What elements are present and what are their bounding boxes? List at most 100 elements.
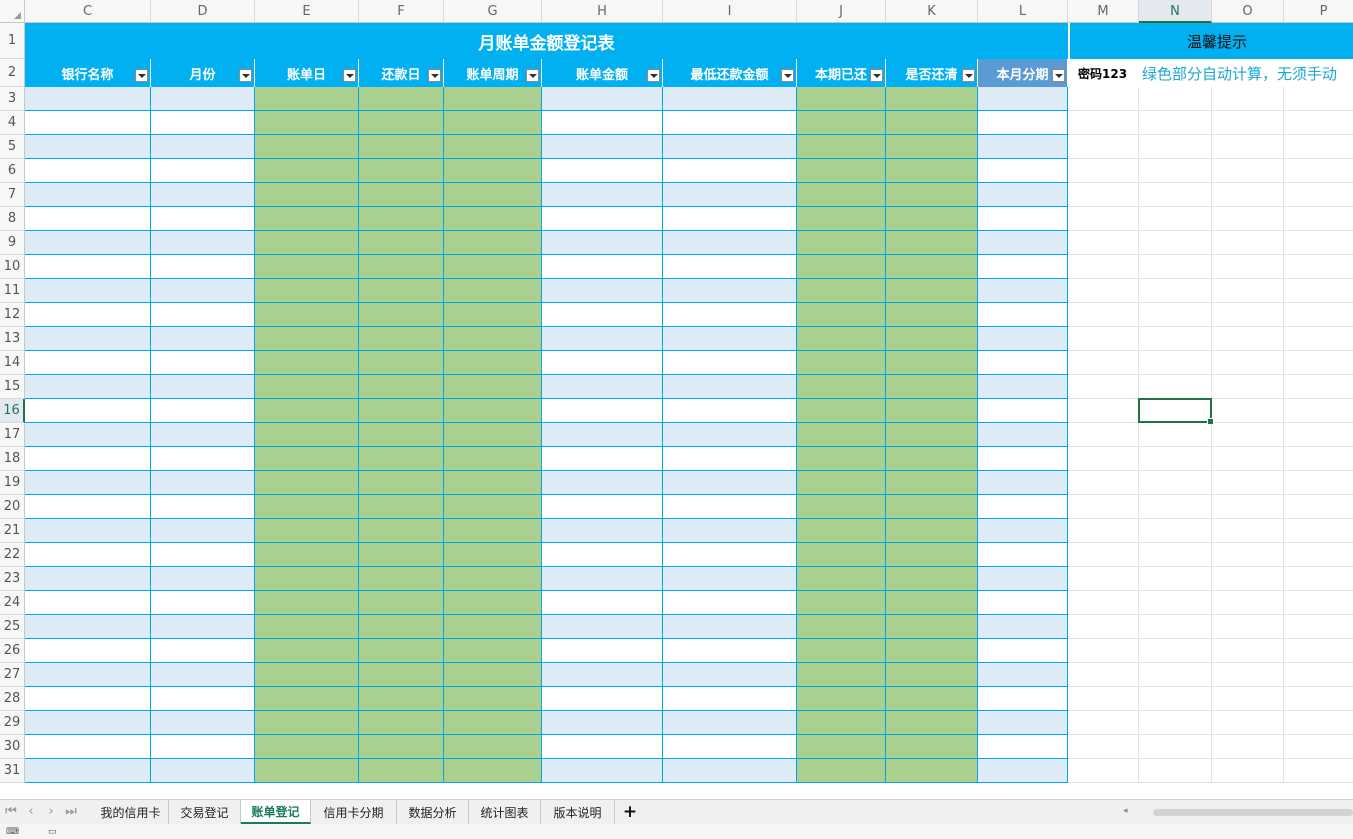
- sheet-tab[interactable]: 数据分析: [397, 800, 469, 824]
- row-header-3[interactable]: 3: [0, 87, 25, 111]
- data-cell[interactable]: [25, 567, 151, 591]
- empty-cell[interactable]: [1284, 327, 1353, 351]
- empty-cell[interactable]: [1284, 231, 1353, 255]
- data-cell[interactable]: [797, 495, 886, 519]
- data-cell[interactable]: [978, 687, 1068, 711]
- data-cell[interactable]: [444, 615, 542, 639]
- data-cell[interactable]: [255, 567, 359, 591]
- data-cell[interactable]: [359, 399, 444, 423]
- data-cell[interactable]: [886, 495, 978, 519]
- data-cell[interactable]: [444, 183, 542, 207]
- data-cell[interactable]: [255, 135, 359, 159]
- empty-cell[interactable]: [1139, 591, 1212, 615]
- data-cell[interactable]: [542, 279, 663, 303]
- data-cell[interactable]: [663, 711, 797, 735]
- data-cell[interactable]: [151, 759, 255, 783]
- data-cell[interactable]: [542, 255, 663, 279]
- data-cell[interactable]: [151, 615, 255, 639]
- data-cell[interactable]: [978, 159, 1068, 183]
- data-cell[interactable]: [444, 399, 542, 423]
- data-cell[interactable]: [151, 87, 255, 111]
- empty-cell[interactable]: [1139, 135, 1212, 159]
- data-cell[interactable]: [25, 759, 151, 783]
- data-cell[interactable]: [25, 351, 151, 375]
- empty-cell[interactable]: [1212, 183, 1284, 207]
- data-cell[interactable]: [25, 615, 151, 639]
- data-cell[interactable]: [151, 471, 255, 495]
- empty-cell[interactable]: [1212, 279, 1284, 303]
- row-header-23[interactable]: 23: [0, 567, 25, 591]
- empty-cell[interactable]: [1068, 351, 1139, 375]
- data-cell[interactable]: [255, 447, 359, 471]
- data-cell[interactable]: [797, 303, 886, 327]
- empty-cell[interactable]: [1068, 159, 1139, 183]
- data-cell[interactable]: [542, 495, 663, 519]
- data-cell[interactable]: [444, 159, 542, 183]
- data-cell[interactable]: [444, 519, 542, 543]
- data-cell[interactable]: [151, 567, 255, 591]
- column-header-e[interactable]: E: [255, 0, 359, 23]
- data-cell[interactable]: [542, 687, 663, 711]
- data-cell[interactable]: [25, 207, 151, 231]
- data-cell[interactable]: [663, 207, 797, 231]
- empty-cell[interactable]: [1139, 711, 1212, 735]
- data-cell[interactable]: [663, 231, 797, 255]
- data-cell[interactable]: [797, 255, 886, 279]
- data-cell[interactable]: [797, 543, 886, 567]
- empty-cell[interactable]: [1284, 183, 1353, 207]
- data-cell[interactable]: [978, 399, 1068, 423]
- data-cell[interactable]: [255, 255, 359, 279]
- empty-cell[interactable]: [1068, 711, 1139, 735]
- empty-cell[interactable]: [1284, 375, 1353, 399]
- data-cell[interactable]: [255, 303, 359, 327]
- row-header-18[interactable]: 18: [0, 447, 25, 471]
- data-cell[interactable]: [255, 279, 359, 303]
- row-header-11[interactable]: 11: [0, 279, 25, 303]
- data-cell[interactable]: [255, 159, 359, 183]
- empty-cell[interactable]: [1212, 351, 1284, 375]
- empty-cell[interactable]: [1139, 639, 1212, 663]
- empty-cell[interactable]: [1212, 327, 1284, 351]
- empty-cell[interactable]: [1212, 735, 1284, 759]
- data-cell[interactable]: [444, 351, 542, 375]
- macro-icon[interactable]: ⌨: [6, 827, 19, 837]
- data-cell[interactable]: [359, 303, 444, 327]
- data-cell[interactable]: [797, 519, 886, 543]
- data-cell[interactable]: [978, 135, 1068, 159]
- empty-cell[interactable]: [1284, 615, 1353, 639]
- first-sheet-icon[interactable]: ⏮: [2, 803, 20, 821]
- row-header-24[interactable]: 24: [0, 591, 25, 615]
- empty-cell[interactable]: [1068, 255, 1139, 279]
- data-cell[interactable]: [978, 759, 1068, 783]
- empty-cell[interactable]: [1212, 447, 1284, 471]
- empty-cell[interactable]: [1068, 567, 1139, 591]
- data-cell[interactable]: [444, 495, 542, 519]
- empty-cell[interactable]: [1139, 663, 1212, 687]
- empty-cell[interactable]: [1212, 87, 1284, 111]
- empty-cell[interactable]: [1139, 471, 1212, 495]
- data-cell[interactable]: [359, 423, 444, 447]
- data-cell[interactable]: [663, 327, 797, 351]
- empty-cell[interactable]: [1139, 399, 1212, 423]
- data-cell[interactable]: [797, 591, 886, 615]
- data-cell[interactable]: [255, 423, 359, 447]
- empty-cell[interactable]: [1212, 471, 1284, 495]
- empty-cell[interactable]: [1284, 711, 1353, 735]
- empty-cell[interactable]: [1139, 687, 1212, 711]
- data-cell[interactable]: [797, 399, 886, 423]
- data-cell[interactable]: [359, 447, 444, 471]
- data-cell[interactable]: [151, 183, 255, 207]
- filter-dropdown-icon[interactable]: [781, 69, 794, 82]
- spreadsheet-grid[interactable]: C D E F G H I J K L M N O P 1 2 3 4 5 6 7 8 9 10 11 12 13 14 15 16 17 1…: [0, 0, 1353, 799]
- data-cell[interactable]: [978, 375, 1068, 399]
- empty-cell[interactable]: [1139, 351, 1212, 375]
- data-cell[interactable]: [886, 639, 978, 663]
- data-cell[interactable]: [663, 183, 797, 207]
- empty-cell[interactable]: [1068, 687, 1139, 711]
- data-cell[interactable]: [797, 231, 886, 255]
- data-cell[interactable]: [444, 303, 542, 327]
- data-cell[interactable]: [359, 615, 444, 639]
- empty-cell[interactable]: [1139, 207, 1212, 231]
- data-cell[interactable]: [151, 327, 255, 351]
- column-header-j[interactable]: J: [797, 0, 886, 23]
